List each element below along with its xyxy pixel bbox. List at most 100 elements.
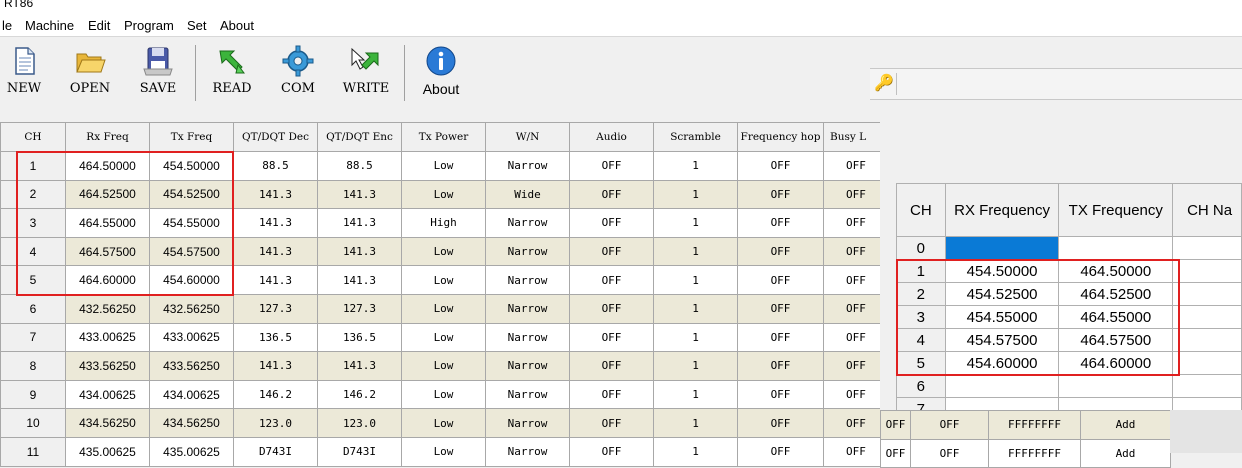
- table-cell[interactable]: Narrow: [485, 351, 570, 381]
- table-row[interactable]: 9 434.00625 434.00625 146.2 146.2 Low Narrow OF…: [0, 379, 894, 410]
- about-button[interactable]: About: [413, 41, 469, 101]
- table-cell[interactable]: Narrow: [485, 265, 570, 295]
- column-header[interactable]: Audio: [569, 122, 654, 152]
- table-cell[interactable]: 434.56250: [65, 408, 150, 438]
- row-header[interactable]: 0: [896, 236, 946, 260]
- table-cell[interactable]: OFF: [569, 436, 654, 467]
- table-row[interactable]: 0: [896, 236, 1242, 260]
- open-button[interactable]: OPEN: [62, 41, 118, 101]
- new-button[interactable]: NEW: [0, 41, 52, 101]
- table-row[interactable]: 6 432.56250 432.56250 127.3 127.3 Low Narrow OF…: [0, 293, 894, 324]
- table-cell[interactable]: OFF: [569, 408, 654, 438]
- table-cell[interactable]: OFF: [737, 236, 824, 267]
- table-cell[interactable]: [1058, 374, 1174, 398]
- row-header[interactable]: 10: [0, 408, 66, 438]
- table-cell[interactable]: D743I: [317, 436, 402, 467]
- table-cell[interactable]: OFF: [569, 236, 654, 267]
- table-cell[interactable]: 136.5: [317, 322, 402, 353]
- save-button[interactable]: SAVE: [130, 41, 186, 101]
- table-row[interactable]: OFF OFF FFFFFFFF Add: [880, 410, 1171, 440]
- table-cell[interactable]: 432.56250: [149, 293, 234, 324]
- table-cell[interactable]: 141.3: [233, 265, 318, 295]
- table-cell[interactable]: Narrow: [485, 236, 570, 267]
- table-cell[interactable]: [1172, 236, 1242, 260]
- table-cell[interactable]: OFF: [737, 322, 824, 353]
- table-cell[interactable]: 435.00625: [65, 436, 150, 467]
- table-cell[interactable]: 141.3: [317, 179, 402, 210]
- table-cell[interactable]: OFF: [737, 179, 824, 210]
- table-cell[interactable]: OFF: [569, 208, 654, 238]
- table-cell[interactable]: OFF: [569, 179, 654, 210]
- table-cell[interactable]: 1: [653, 151, 738, 181]
- table-cell[interactable]: 1: [653, 293, 738, 324]
- table-cell[interactable]: 136.5: [233, 322, 318, 353]
- column-header[interactable]: W/N: [485, 122, 570, 152]
- table-cell[interactable]: [944, 236, 1060, 260]
- table-cell[interactable]: 434.00625: [65, 379, 150, 410]
- table-cell[interactable]: 1: [653, 408, 738, 438]
- row-header[interactable]: 9: [0, 379, 66, 410]
- table-cell[interactable]: OFF: [569, 265, 654, 295]
- table-cell[interactable]: 127.3: [233, 293, 318, 324]
- menu-edit[interactable]: Edit: [88, 18, 110, 33]
- column-header[interactable]: QT/DQT Dec: [233, 122, 318, 152]
- table-cell[interactable]: Low: [401, 408, 486, 438]
- table-cell[interactable]: OFF: [569, 151, 654, 181]
- table-cell[interactable]: Low: [401, 322, 486, 353]
- table-cell[interactable]: [944, 374, 1060, 398]
- table-cell[interactable]: OFF: [569, 322, 654, 353]
- row-header[interactable]: 11: [0, 436, 66, 467]
- table-cell[interactable]: OFF: [737, 208, 824, 238]
- table-cell[interactable]: 1: [653, 265, 738, 295]
- table-cell[interactable]: FFFFFFFF: [988, 438, 1081, 468]
- table-cell[interactable]: Narrow: [485, 322, 570, 353]
- table-cell[interactable]: 88.5: [233, 151, 318, 181]
- table-cell[interactable]: OFF: [569, 351, 654, 381]
- column-header[interactable]: CH: [896, 183, 946, 237]
- table-cell[interactable]: [1172, 259, 1242, 283]
- table-cell[interactable]: 141.3: [317, 236, 402, 267]
- column-header[interactable]: Frequency hop: [737, 122, 824, 152]
- table-cell[interactable]: Low: [401, 436, 486, 467]
- column-header[interactable]: CH Na: [1172, 183, 1242, 237]
- table-cell[interactable]: [1172, 305, 1242, 329]
- table-cell[interactable]: Narrow: [485, 293, 570, 324]
- table-cell[interactable]: 141.3: [317, 351, 402, 381]
- menu-file[interactable]: le: [2, 18, 12, 33]
- menu-machine[interactable]: Machine: [25, 18, 74, 33]
- table-cell[interactable]: OFF: [910, 410, 989, 440]
- column-header[interactable]: Rx Freq: [65, 122, 150, 152]
- table-cell[interactable]: Low: [401, 151, 486, 181]
- table-cell[interactable]: 141.3: [233, 179, 318, 210]
- table-cell[interactable]: Narrow: [485, 408, 570, 438]
- column-header[interactable]: CH: [0, 122, 66, 152]
- row-header[interactable]: 6: [0, 293, 66, 324]
- table-row[interactable]: OFF OFF FFFFFFFF Add: [880, 438, 1171, 468]
- column-header[interactable]: QT/DQT Enc: [317, 122, 402, 152]
- table-cell[interactable]: High: [401, 208, 486, 238]
- table-cell[interactable]: 1: [653, 436, 738, 467]
- table-cell[interactable]: 1: [653, 179, 738, 210]
- table-cell[interactable]: 1: [653, 322, 738, 353]
- table-cell[interactable]: 141.3: [317, 265, 402, 295]
- table-cell[interactable]: OFF: [737, 151, 824, 181]
- table-cell[interactable]: 146.2: [233, 379, 318, 410]
- table-cell[interactable]: OFF: [880, 438, 911, 468]
- write-button[interactable]: WRITE: [338, 41, 394, 101]
- table-cell[interactable]: 141.3: [233, 351, 318, 381]
- table-cell[interactable]: 433.56250: [65, 351, 150, 381]
- table-cell[interactable]: OFF: [737, 436, 824, 467]
- table-cell[interactable]: OFF: [737, 351, 824, 381]
- table-cell[interactable]: OFF: [737, 379, 824, 410]
- table-cell[interactable]: 141.3: [233, 236, 318, 267]
- table-row[interactable]: 11 435.00625 435.00625 D743I D743I Low Narrow O…: [0, 436, 894, 467]
- table-cell[interactable]: 127.3: [317, 293, 402, 324]
- table-cell[interactable]: FFFFFFFF: [988, 410, 1081, 440]
- row-header[interactable]: 7: [0, 322, 66, 353]
- menu-program[interactable]: Program: [124, 18, 174, 33]
- table-row[interactable]: 10 434.56250 434.56250 123.0 123.0 Low Narrow O…: [0, 408, 894, 438]
- column-header[interactable]: Scramble: [653, 122, 738, 152]
- table-cell[interactable]: OFF: [910, 438, 989, 468]
- table-row[interactable]: 6: [896, 374, 1242, 398]
- table-cell[interactable]: Add: [1080, 438, 1171, 468]
